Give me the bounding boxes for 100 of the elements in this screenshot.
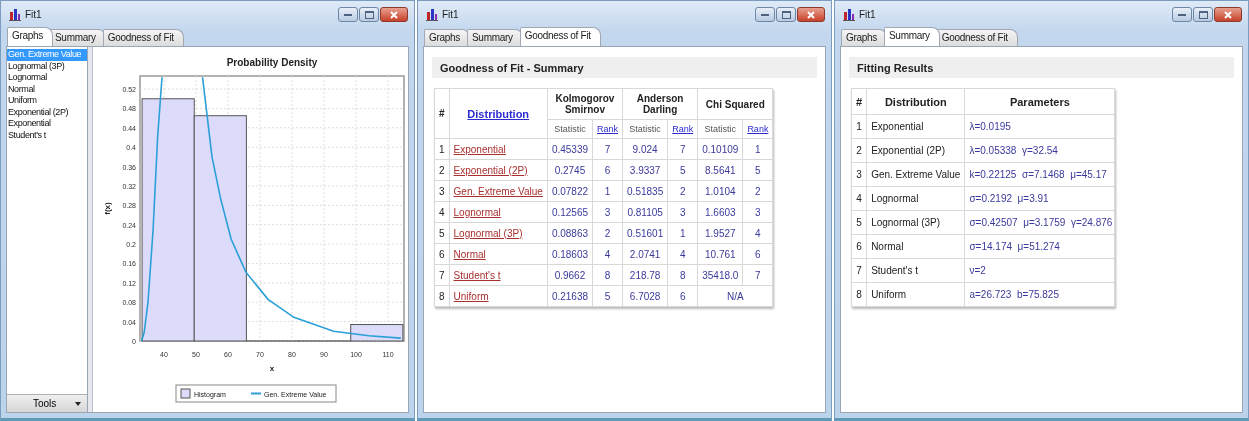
table-cell: 7: [742, 264, 773, 286]
window-title: Fit1: [442, 9, 460, 20]
tab[interactable]: Summary: [467, 29, 523, 46]
tab[interactable]: Goodness of Fit: [519, 27, 601, 46]
row-number: 3: [851, 162, 867, 187]
table-cell: σ=14.174 μ=51.274: [964, 234, 1115, 259]
distribution-item[interactable]: Lognormal (3P): [7, 60, 87, 72]
table-cell: 1: [742, 138, 773, 160]
close-icon: [807, 10, 815, 19]
table-cell: Lognormal (3P): [866, 210, 965, 235]
tab[interactable]: Summary: [50, 29, 106, 46]
table-cell: Student's t: [866, 258, 965, 283]
close-button[interactable]: [1214, 7, 1242, 22]
table-cell: 0.08863: [547, 222, 593, 244]
table-cell: σ=0.42507 μ=3.1759 γ=24.876: [964, 210, 1115, 235]
distribution-item[interactable]: Exponential: [7, 118, 87, 130]
table-cell: 0.45339: [547, 138, 593, 160]
maximize-icon: [1198, 10, 1208, 19]
table-cell: Uniform: [866, 282, 965, 307]
table-cell: 0.18603: [547, 243, 593, 265]
column-header: Kolmogorov Smirnov: [554, 93, 616, 115]
table-cell: 0.9662: [547, 264, 593, 286]
distribution-item[interactable]: Normal: [7, 83, 87, 95]
table-cell: 0.51835: [622, 180, 668, 202]
table-cell: 5: [667, 159, 698, 181]
maximize-button[interactable]: [776, 7, 796, 22]
column-header: Chi Squared: [704, 98, 766, 110]
column-header: #: [851, 88, 867, 115]
column-header: Parameters: [964, 88, 1115, 115]
row-number: 2: [851, 138, 867, 163]
table-cell: 4: [592, 243, 623, 265]
window-title: Fit1: [859, 9, 877, 20]
row-number: 4: [434, 201, 450, 223]
tab[interactable]: Goodness of Fit: [936, 29, 1018, 46]
window-title: Fit1: [25, 9, 43, 20]
tab[interactable]: Graphs: [7, 27, 53, 46]
tab[interactable]: Goodness of Fit: [102, 29, 184, 46]
row-number: 5: [851, 210, 867, 235]
row-number: 6: [851, 234, 867, 259]
table-cell: N/A: [697, 285, 773, 307]
close-button[interactable]: [380, 7, 408, 22]
axis-label: x: [269, 364, 275, 373]
section-heading: Fitting Results: [857, 61, 934, 74]
maximize-button[interactable]: [359, 7, 379, 22]
table-cell: 8.5641: [697, 159, 743, 181]
minimize-button[interactable]: [338, 7, 358, 22]
column-header-link[interactable]: Distribution: [467, 107, 530, 120]
splitter-handle[interactable]: [88, 47, 93, 412]
table-cell: 1.9527: [697, 222, 743, 244]
table-cell: 8: [592, 264, 623, 286]
minimize-button[interactable]: [755, 7, 775, 22]
column-header: Statistic: [547, 119, 593, 139]
table-cell: a=26.723 b=75.825: [964, 282, 1115, 307]
row-number: 4: [851, 186, 867, 211]
table-cell: 5: [742, 159, 773, 181]
table-link[interactable]: Normal: [453, 248, 486, 260]
row-number: 1: [851, 114, 867, 139]
tab[interactable]: Graphs: [424, 29, 470, 46]
close-icon: [1224, 10, 1232, 19]
distribution-item[interactable]: Uniform: [7, 95, 87, 107]
table-link[interactable]: Uniform: [453, 290, 489, 302]
table-cell: 0.10109: [697, 138, 743, 160]
distribution-item[interactable]: Lognormal: [7, 72, 87, 84]
row-number: 8: [434, 285, 450, 307]
column-header: Statistic: [697, 119, 743, 139]
tab[interactable]: Summary: [884, 27, 940, 46]
row-number: 3: [434, 180, 450, 202]
table-cell: 8: [667, 264, 698, 286]
caret-icon: [75, 401, 81, 406]
minimize-icon: [344, 13, 352, 16]
table-cell: 1.0104: [697, 180, 743, 202]
table-cell: 4: [667, 243, 698, 265]
table-cell: 1: [667, 222, 698, 244]
tools-dropdown[interactable]: Tools: [7, 394, 87, 412]
maximize-icon: [364, 10, 374, 19]
legend-swatch-icon: [180, 388, 191, 399]
maximize-button[interactable]: [1193, 7, 1213, 22]
table-cell: 3: [742, 201, 773, 223]
table-cell: 6.7028: [622, 285, 668, 307]
distribution-item[interactable]: Exponential (2P): [7, 106, 87, 118]
table-cell: 0.12565: [547, 201, 593, 223]
close-icon: [390, 10, 398, 19]
distribution-item[interactable]: Student's t: [7, 129, 87, 141]
table-cell: 35418.0: [697, 264, 743, 286]
table-cell: 3: [592, 201, 623, 223]
row-number: 6: [434, 243, 450, 265]
bar-chart-icon: [9, 8, 21, 21]
bar-chart-icon: [426, 8, 438, 21]
table-cell: Exponential: [866, 114, 965, 139]
maximize-icon: [781, 10, 791, 19]
close-button[interactable]: [797, 7, 825, 22]
table-cell: Lognormal: [866, 186, 965, 211]
row-number: 8: [851, 282, 867, 307]
table-cell: 1: [592, 180, 623, 202]
table-cell: ν=2: [964, 258, 1115, 283]
column-header: Distribution: [866, 88, 965, 115]
minimize-button[interactable]: [1172, 7, 1192, 22]
tab[interactable]: Graphs: [841, 29, 887, 46]
row-number: 1: [434, 138, 450, 160]
table-cell: 3.9337: [622, 159, 668, 181]
